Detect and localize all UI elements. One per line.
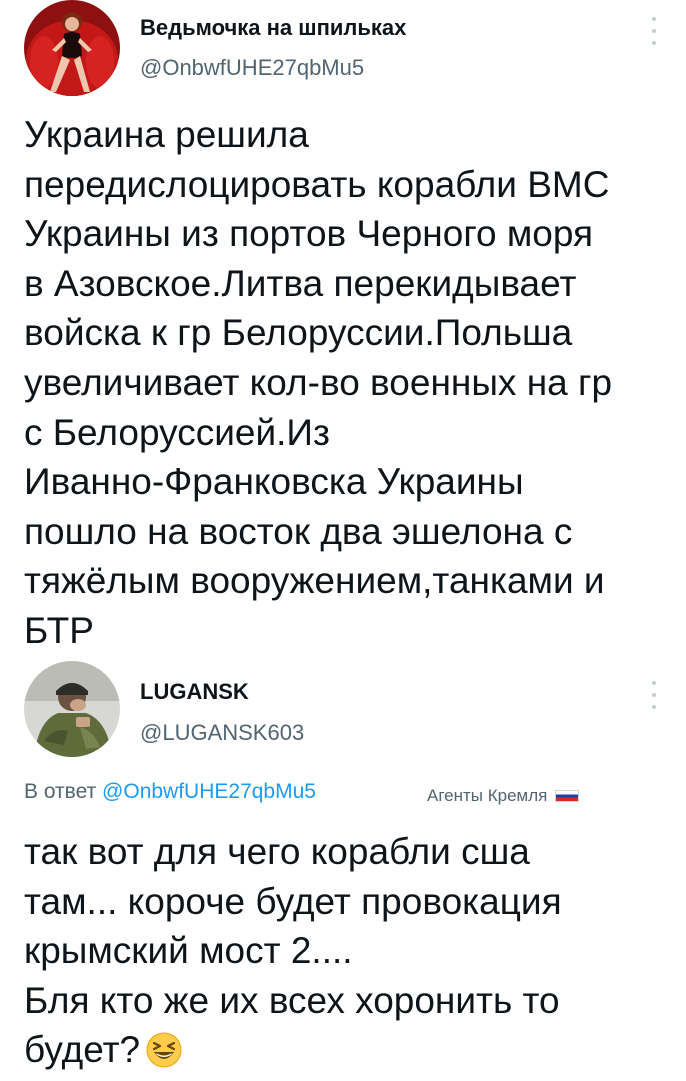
user-handle[interactable]: @LUGANSK603 [140,720,304,746]
woman-red-armchair-avatar-icon [24,0,120,96]
user-badge: Агенты Кремля [427,786,580,806]
more-options-icon[interactable] [650,681,658,709]
tweet-text: так вот для чего корабли сша там... коро… [24,827,664,1081]
display-name[interactable]: Ведьмочка на шпильках [140,15,406,41]
grinning-squinting-face-icon [146,1031,182,1081]
user-avatar[interactable] [24,661,120,757]
display-name[interactable]: LUGANSK [140,679,249,705]
reply-prefix: В ответ [24,780,97,803]
reply-to-handle-link[interactable]: @OnbwfUHE27qbMu5 [102,780,316,803]
user-avatar[interactable] [24,0,120,96]
tweet-text: Украина решила передислоцировать корабли… [24,114,613,651]
reply-context: В ответ @OnbwfUHE27qbMu5 [24,780,316,804]
soldier-avatar-icon [24,661,120,757]
more-options-icon[interactable] [650,17,658,45]
user-handle[interactable]: @OnbwfUHE27qbMu5 [140,55,364,81]
russian-flag-icon [555,790,580,802]
tweet-text-body: так вот для чего корабли сша там... коро… [24,831,562,1071]
badge-label: Агенты Кремля [427,786,548,805]
